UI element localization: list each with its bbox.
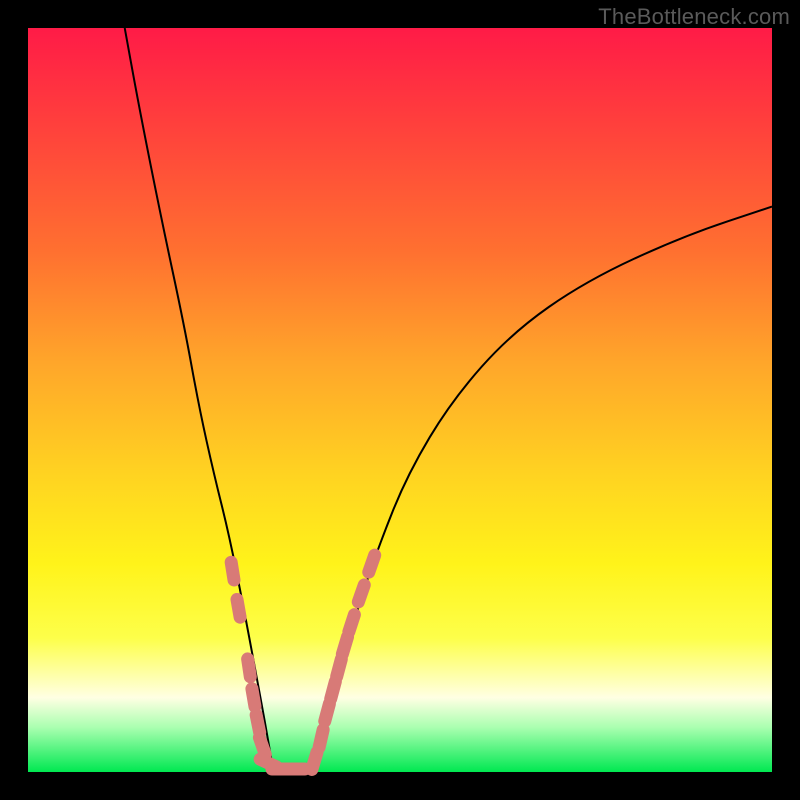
marker-left-markers <box>231 562 234 580</box>
marker-left-markers <box>259 737 265 754</box>
marker-right-markers <box>325 704 330 721</box>
marker-left-markers <box>256 715 260 733</box>
marker-left-markers <box>248 659 251 677</box>
marker-left-markers <box>237 599 240 617</box>
marker-right-markers <box>337 659 342 676</box>
marker-right-markers <box>319 730 323 748</box>
marker-left-markers <box>252 689 255 707</box>
marker-right-markers <box>312 752 317 769</box>
curve-right-branch <box>311 207 772 772</box>
marker-right-markers <box>358 585 364 602</box>
marker-right-markers <box>342 637 347 654</box>
plot-area <box>28 28 772 772</box>
chart-container: TheBottleneck.com <box>0 0 800 800</box>
marker-right-markers <box>331 681 336 698</box>
watermark-label: TheBottleneck.com <box>598 4 790 30</box>
marker-right-markers <box>349 615 355 632</box>
marker-right-markers <box>369 555 375 572</box>
chart-svg <box>28 28 772 772</box>
